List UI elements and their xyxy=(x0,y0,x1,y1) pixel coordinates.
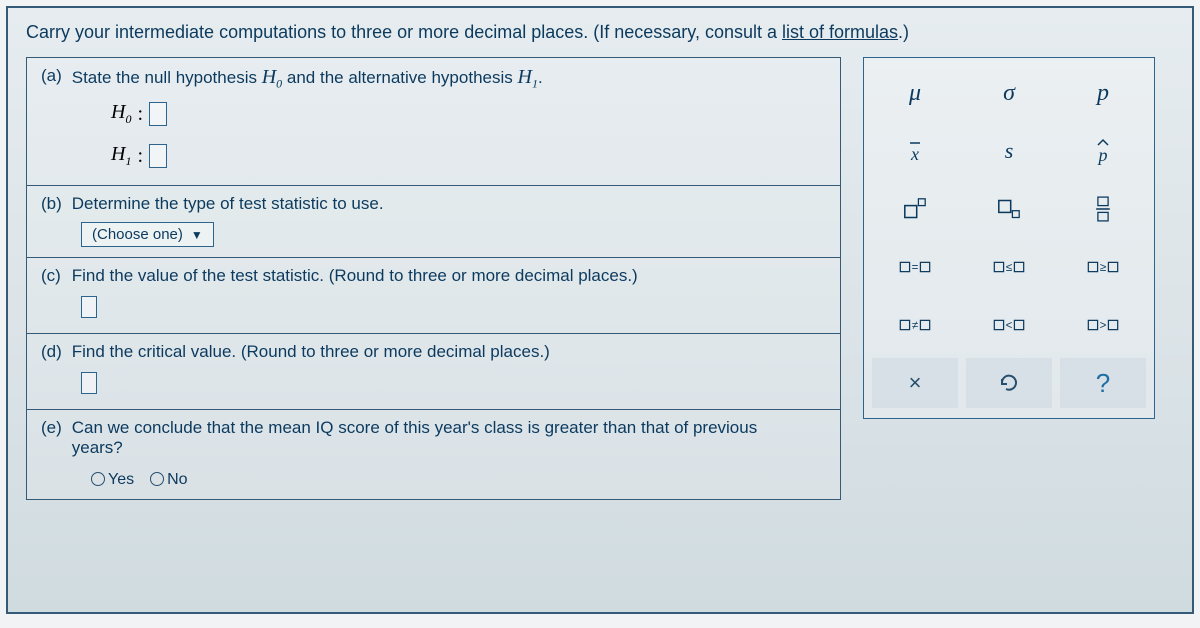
svg-text:≥: ≥ xyxy=(1100,262,1106,274)
svg-text:<: < xyxy=(1006,320,1013,332)
clear-button[interactable]: × xyxy=(872,358,958,408)
critical-value-input[interactable] xyxy=(81,372,97,394)
h0-input[interactable] xyxy=(149,102,167,126)
equals-button[interactable]: = xyxy=(872,242,958,292)
h1-input[interactable] xyxy=(149,144,167,168)
xbar-button[interactable]: x xyxy=(872,126,958,176)
text-e: Can we conclude that the mean IQ score o… xyxy=(72,418,812,458)
phat-button[interactable]: p xyxy=(1060,126,1146,176)
h1-line-sub: 1 xyxy=(125,154,131,168)
svg-text:x: x xyxy=(910,144,919,164)
xbar-icon: x xyxy=(900,136,930,166)
lt-button[interactable]: < xyxy=(966,300,1052,350)
section-a: (a) State the null hypothesis H0 and the… xyxy=(27,58,840,186)
h0-line-h: H xyxy=(111,101,125,123)
sigma-button[interactable]: σ xyxy=(966,68,1052,118)
le-icon: ≤ xyxy=(992,250,1026,284)
label-b: (b) xyxy=(41,194,67,214)
subscript-button[interactable] xyxy=(966,184,1052,234)
question-frame: Carry your intermediate computations to … xyxy=(6,6,1194,614)
no-label: No xyxy=(167,471,187,488)
h1-line-sym: H1 xyxy=(111,143,131,169)
content-row: (a) State the null hypothesis H0 and the… xyxy=(26,57,1174,500)
ne-icon: ≠ xyxy=(898,308,932,342)
mu-button[interactable]: μ xyxy=(872,68,958,118)
h0-symbol: H xyxy=(262,66,276,88)
h0-line-sym: H0 xyxy=(111,101,131,127)
help-icon: ? xyxy=(1096,368,1110,399)
gt-icon: > xyxy=(1086,308,1120,342)
select-label: (Choose one) xyxy=(92,226,183,243)
instructions-text: Carry your intermediate computations to … xyxy=(26,22,782,42)
svg-text:p: p xyxy=(1097,145,1108,165)
le-button[interactable]: ≤ xyxy=(966,242,1052,292)
h1-input-line: H1 : xyxy=(111,143,826,169)
a-mid: and the alternative hypothesis xyxy=(282,68,517,87)
text-b: Determine the type of test statistic to … xyxy=(72,194,384,213)
h0-colon: : xyxy=(137,103,143,126)
svg-text:=: = xyxy=(912,262,919,274)
svg-text:≤: ≤ xyxy=(1006,262,1012,274)
label-e: (e) xyxy=(41,418,67,438)
mu-icon: μ xyxy=(909,80,921,107)
yes-option[interactable]: Yes xyxy=(91,470,134,489)
ne-button[interactable]: ≠ xyxy=(872,300,958,350)
symbol-palette: μ σ p x s p xyxy=(863,57,1155,419)
h1-symbol: H xyxy=(517,66,531,88)
h0-input-line: H0 : xyxy=(111,101,826,127)
a-before: State the null hypothesis xyxy=(72,68,262,87)
section-c: (c) Find the value of the test statistic… xyxy=(27,258,840,334)
question-panel: (a) State the null hypothesis H0 and the… xyxy=(26,57,841,500)
superscript-button[interactable] xyxy=(872,184,958,234)
lt-icon: < xyxy=(992,308,1026,342)
section-d: (d) Find the critical value. (Round to t… xyxy=(27,334,840,410)
text-d: Find the critical value. (Round to three… xyxy=(72,342,550,361)
superscript-icon xyxy=(898,192,932,226)
section-e: (e) Can we conclude that the mean IQ sco… xyxy=(27,410,840,499)
help-button[interactable]: ? xyxy=(1060,358,1146,408)
p-button[interactable]: p xyxy=(1060,68,1146,118)
yes-label: Yes xyxy=(108,471,134,488)
label-a: (a) xyxy=(41,66,67,86)
test-statistic-input[interactable] xyxy=(81,296,97,318)
yes-no-row: Yes No xyxy=(91,470,826,489)
instructions-tail: .) xyxy=(898,22,909,42)
radio-icon xyxy=(150,472,164,486)
fraction-icon xyxy=(1086,192,1120,226)
label-d: (d) xyxy=(41,342,67,362)
h0-line-sub: 0 xyxy=(125,112,131,126)
label-c: (c) xyxy=(41,266,67,286)
s-button[interactable]: s xyxy=(966,126,1052,176)
svg-text:>: > xyxy=(1100,320,1107,332)
radio-icon xyxy=(91,472,105,486)
phat-icon: p xyxy=(1088,136,1118,166)
chevron-down-icon: ▼ xyxy=(191,228,203,242)
reset-icon xyxy=(994,368,1024,398)
svg-text:≠: ≠ xyxy=(912,320,918,332)
text-a: State the null hypothesis H0 and the alt… xyxy=(72,68,543,87)
reset-button[interactable] xyxy=(966,358,1052,408)
text-c: Find the value of the test statistic. (R… xyxy=(72,266,638,285)
instructions-line: Carry your intermediate computations to … xyxy=(26,22,1174,43)
gt-button[interactable]: > xyxy=(1060,300,1146,350)
fraction-button[interactable] xyxy=(1060,184,1146,234)
ge-icon: ≥ xyxy=(1086,250,1120,284)
a-after: . xyxy=(538,68,543,87)
formulas-link[interactable]: list of formulas xyxy=(782,22,898,42)
no-option[interactable]: No xyxy=(150,470,187,489)
h1-line-h: H xyxy=(111,143,125,165)
test-statistic-select[interactable]: (Choose one) ▼ xyxy=(81,222,214,247)
close-icon: × xyxy=(909,370,922,396)
ge-button[interactable]: ≥ xyxy=(1060,242,1146,292)
p-icon: p xyxy=(1097,80,1109,107)
subscript-icon xyxy=(992,192,1026,226)
sigma-icon: σ xyxy=(1003,80,1015,107)
h1-colon: : xyxy=(137,145,143,168)
equals-icon: = xyxy=(898,250,932,284)
s-icon: s xyxy=(1005,138,1014,164)
section-b: (b) Determine the type of test statistic… xyxy=(27,186,840,258)
